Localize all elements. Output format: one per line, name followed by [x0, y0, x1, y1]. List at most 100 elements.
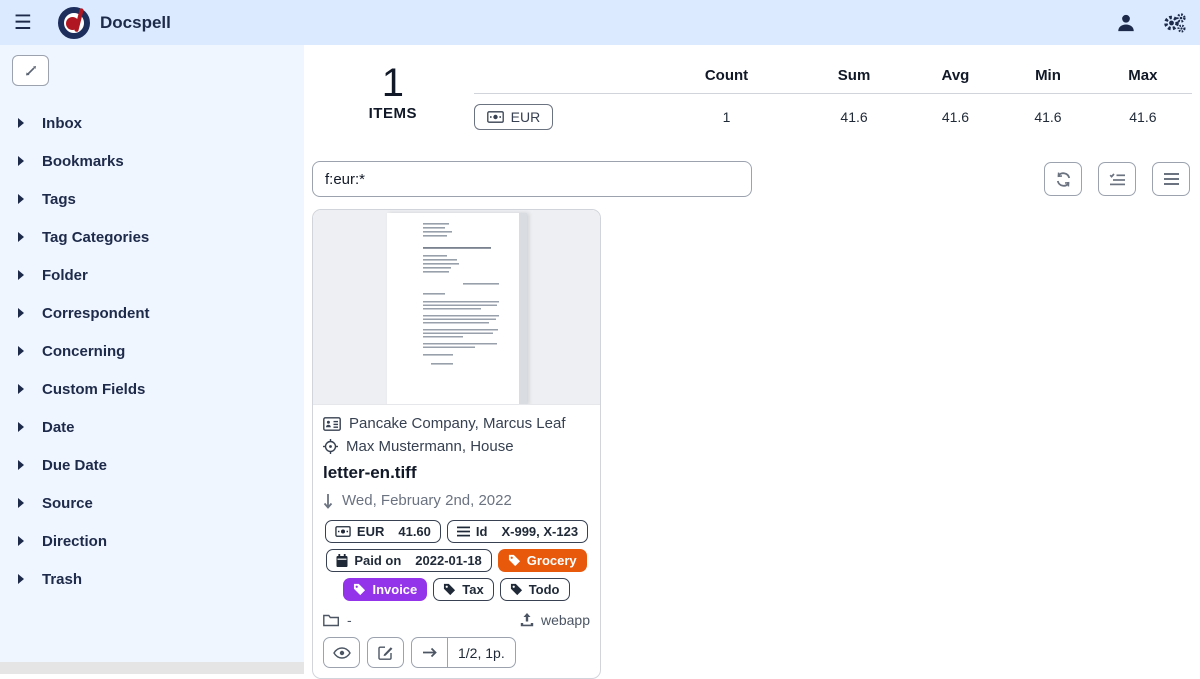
edit-item-button[interactable] — [367, 637, 404, 668]
arrow-down-icon — [323, 493, 333, 509]
correspondent-text: Pancake Company, Marcus Leaf — [349, 415, 566, 432]
stats-header: 1 ITEMS Count Sum Avg Min Max — [312, 53, 1192, 140]
sidebar-item-label: Date — [42, 419, 75, 436]
bars-icon — [1163, 172, 1180, 186]
attachment-pages-label: 1/2, 1p. — [447, 638, 515, 667]
sidebar-item-trash[interactable]: Trash — [12, 560, 292, 598]
sidebar-item-date[interactable]: Date — [12, 408, 292, 446]
sidebar-item-custom-fields[interactable]: Custom Fields — [12, 370, 292, 408]
stat-count: 1 — [654, 94, 800, 141]
concerning-text: Max Mustermann, House — [346, 438, 514, 455]
table-row: EUR 1 41.6 41.6 41.6 41.6 — [474, 94, 1192, 141]
item-date: Wed, February 2nd, 2022 — [342, 492, 512, 509]
docspell-logo — [58, 7, 90, 39]
items-count-label: ITEMS — [312, 105, 474, 122]
caret-right-icon — [18, 156, 24, 166]
tag-label: Invoice — [372, 582, 417, 597]
bottom-strip — [0, 662, 304, 674]
caret-right-icon — [18, 460, 24, 470]
paid-label: Paid on — [354, 553, 401, 568]
expand-icon — [24, 64, 38, 78]
search-input[interactable] — [312, 161, 752, 197]
open-pages-group: 1/2, 1p. — [411, 637, 516, 668]
sidebar-item-label: Inbox — [42, 115, 82, 132]
sidebar-item-direction[interactable]: Direction — [12, 522, 292, 560]
sidebar-item-tags[interactable]: Tags — [12, 180, 292, 218]
refresh-icon — [1055, 171, 1072, 188]
view-item-button[interactable] — [323, 637, 360, 668]
tag-label: Tax — [462, 582, 483, 597]
crosshairs-icon — [323, 439, 338, 454]
sidebar-item-folder[interactable]: Folder — [12, 256, 292, 294]
upload-icon — [520, 613, 534, 627]
folder-source-line: - webapp — [323, 612, 590, 628]
menu-bars-button[interactable] — [1152, 162, 1190, 196]
caret-right-icon — [18, 270, 24, 280]
item-name[interactable]: letter-en.tiff — [323, 463, 590, 483]
source-value: webapp — [541, 612, 590, 628]
item-date-line: Wed, February 2nd, 2022 — [323, 492, 590, 509]
sidebar-item-inbox[interactable]: Inbox — [12, 104, 292, 142]
sidebar-item-bookmarks[interactable]: Bookmarks — [12, 142, 292, 180]
caret-right-icon — [18, 422, 24, 432]
filter-sidebar: Inbox Bookmarks Tags Tag Categories Fold… — [0, 45, 304, 662]
item-card[interactable]: Pancake Company, Marcus Leaf Max Musterm… — [312, 209, 601, 679]
tag-badge-todo[interactable]: Todo — [500, 578, 570, 601]
sidebar-item-label: Correspondent — [42, 305, 150, 322]
arrow-right-icon — [422, 647, 437, 658]
caret-right-icon — [18, 384, 24, 394]
correspondent-line: Pancake Company, Marcus Leaf — [323, 415, 590, 432]
concerning-line: Max Mustermann, House — [323, 438, 590, 455]
stats-col-count: Count — [654, 63, 800, 94]
folder-value: - — [347, 612, 352, 628]
sidebar-item-due-date[interactable]: Due Date — [12, 446, 292, 484]
id-value: X-999, X-123 — [501, 524, 578, 539]
caret-right-icon — [18, 118, 24, 128]
amount-currency: EUR — [357, 524, 384, 539]
tag-icon — [443, 583, 456, 596]
sidebar-item-label: Bookmarks — [42, 153, 124, 170]
user-icon[interactable] — [1116, 13, 1136, 33]
stats-col-avg: Avg — [909, 63, 1002, 94]
address-card-icon — [323, 417, 341, 431]
paid-value: 2022-01-18 — [415, 553, 482, 568]
sidebar-item-label: Tag Categories — [42, 229, 149, 246]
tag-icon — [353, 583, 366, 596]
sidebar-item-label: Source — [42, 495, 93, 512]
search-bar — [312, 161, 1192, 197]
open-item-button[interactable] — [412, 638, 447, 667]
amount-badge: EUR 41.60 — [325, 520, 441, 543]
document-preview[interactable] — [313, 210, 600, 405]
custom-field-id-badge: Id X-999, X-123 — [447, 520, 588, 543]
tag-badge-invoice[interactable]: Invoice — [343, 578, 427, 601]
caret-right-icon — [18, 232, 24, 242]
top-navbar: ☰ Docspell — [0, 0, 1200, 45]
app-title: Docspell — [100, 13, 171, 33]
sidebar-item-correspondent[interactable]: Correspondent — [12, 294, 292, 332]
expand-sidebar-button[interactable] — [12, 55, 49, 86]
money-bill-icon — [335, 526, 351, 537]
refresh-button[interactable] — [1044, 162, 1082, 196]
stat-max: 41.6 — [1094, 94, 1192, 141]
tag-badge-tax[interactable]: Tax — [433, 578, 493, 601]
sidebar-item-concerning[interactable]: Concerning — [12, 332, 292, 370]
sidebar-item-source[interactable]: Source — [12, 484, 292, 522]
menu-toggle-icon[interactable]: ☰ — [14, 10, 44, 35]
tag-icon — [508, 554, 521, 567]
edit-icon — [378, 645, 393, 660]
list-icon — [457, 526, 470, 537]
sidebar-item-tag-categories[interactable]: Tag Categories — [12, 218, 292, 256]
tag-badge-grocery[interactable]: Grocery — [498, 549, 587, 572]
stats-col-min: Min — [1002, 63, 1094, 94]
select-mode-button[interactable] — [1098, 162, 1136, 196]
currency-label: EUR — [511, 109, 541, 125]
settings-gears-icon[interactable] — [1162, 12, 1186, 34]
stat-sum: 41.6 — [799, 94, 908, 141]
currency-stats-table: Count Sum Avg Min Max — [474, 63, 1192, 140]
eye-icon — [333, 647, 351, 659]
main-content: 1 ITEMS Count Sum Avg Min Max — [304, 45, 1200, 674]
sidebar-item-label: Concerning — [42, 343, 125, 360]
sidebar-item-label: Trash — [42, 571, 82, 588]
paid-date-badge: Paid on 2022-01-18 — [326, 549, 491, 572]
caret-right-icon — [18, 574, 24, 584]
